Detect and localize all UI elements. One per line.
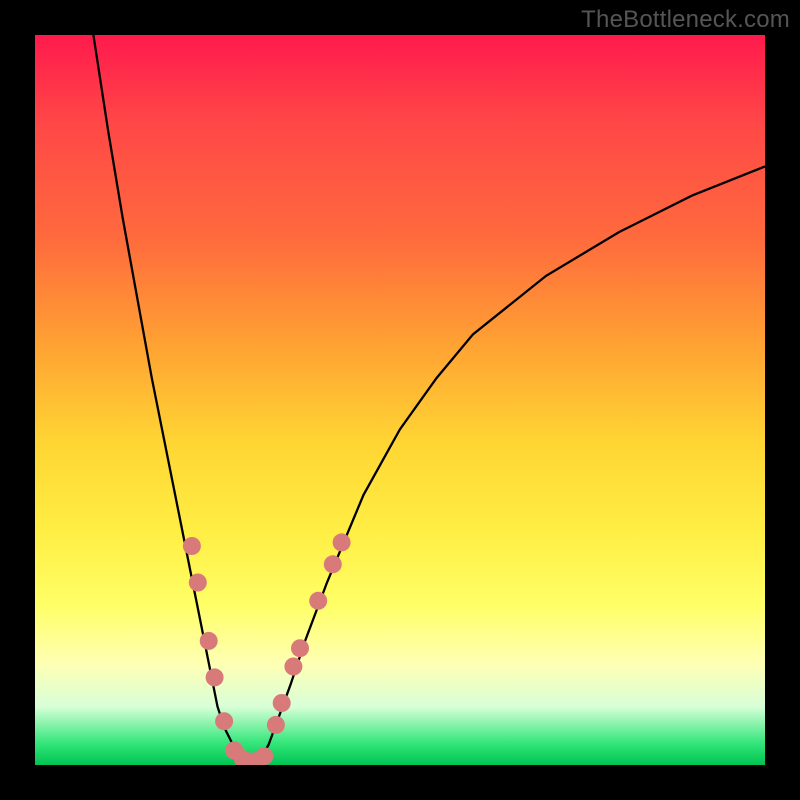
- sample-points: [183, 533, 351, 765]
- right-curve: [254, 166, 765, 764]
- curves-layer: [35, 35, 765, 765]
- left-curve: [93, 35, 254, 764]
- plot-area: [35, 35, 765, 765]
- chart-stage: TheBottleneck.com: [0, 0, 800, 800]
- watermark-text: TheBottleneck.com: [581, 6, 790, 34]
